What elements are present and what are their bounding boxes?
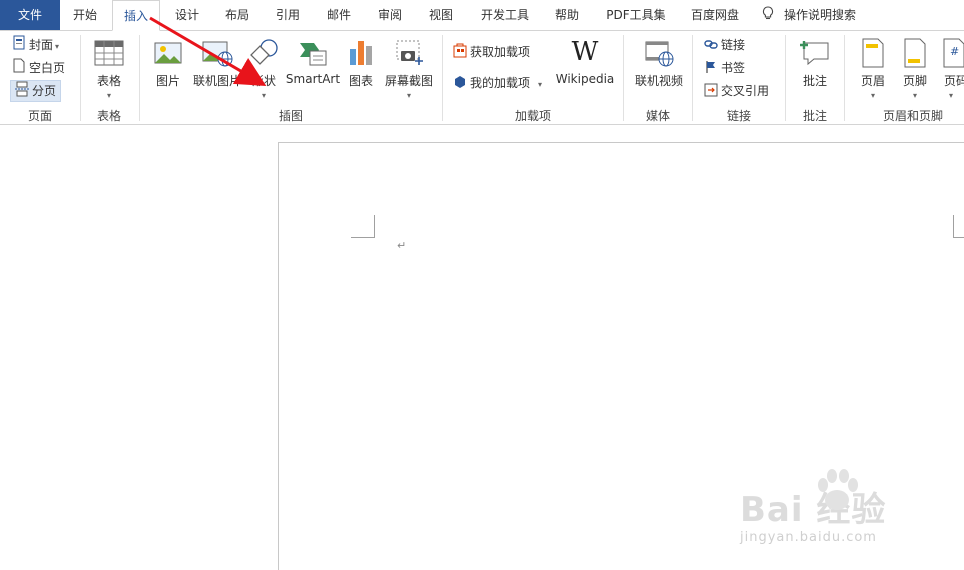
baidu-watermark: Bai 经验 jingyan.baidu.com [740,468,960,558]
paw-logo [818,469,858,510]
watermark-url: jingyan.baidu.com [740,530,877,545]
